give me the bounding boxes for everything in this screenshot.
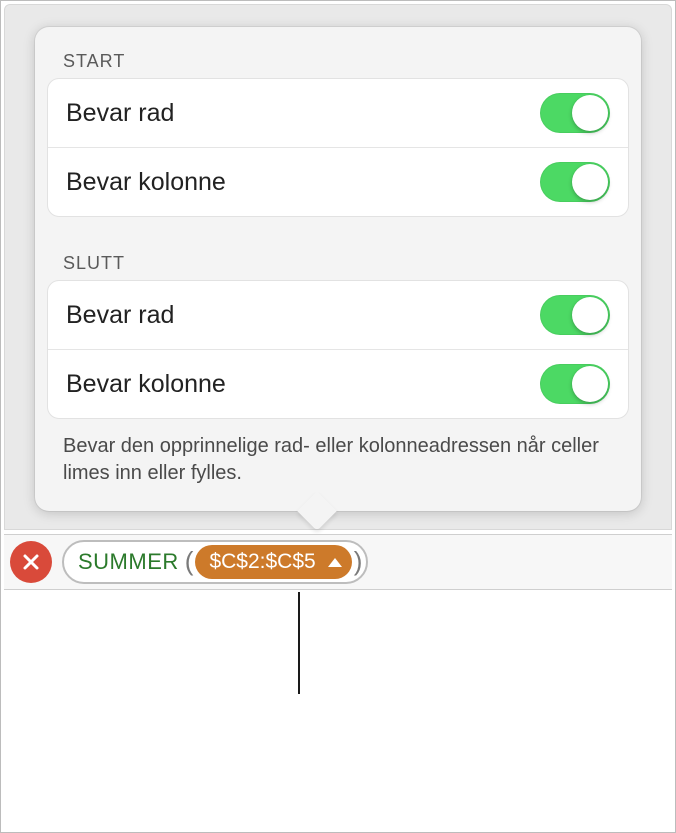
open-paren: (	[185, 546, 194, 577]
row-label: Bevar kolonne	[66, 168, 226, 197]
formula-bar: SUMMER ( $C$2:$C$5 )	[4, 534, 672, 590]
reference-settings-popover: START Bevar rad Bevar kolonne SLUTT Beva…	[35, 27, 641, 511]
settings-popover-container: START Bevar rad Bevar kolonne SLUTT Beva…	[4, 4, 672, 530]
callout-leader-line	[298, 592, 300, 694]
end-group: Bevar rad Bevar kolonne	[47, 280, 629, 419]
start-group: Bevar rad Bevar kolonne	[47, 78, 629, 217]
close-paren: )	[354, 546, 363, 577]
popover-tail	[297, 491, 337, 531]
row-label: Bevar rad	[66, 301, 174, 330]
toggle-start-preserve-column[interactable]	[540, 162, 610, 202]
formula-editor[interactable]: SUMMER ( $C$2:$C$5 )	[62, 540, 368, 584]
row-label: Bevar kolonne	[66, 370, 226, 399]
section-title-end: SLUTT	[35, 253, 641, 280]
toggle-end-preserve-row[interactable]	[540, 295, 610, 335]
start-preserve-column: Bevar kolonne	[48, 147, 628, 216]
end-preserve-column: Bevar kolonne	[48, 349, 628, 418]
cell-reference-token[interactable]: $C$2:$C$5	[195, 545, 351, 579]
disclosure-triangle-icon	[328, 558, 342, 567]
toggle-start-preserve-row[interactable]	[540, 93, 610, 133]
switch-knob	[572, 366, 608, 402]
function-name: SUMMER	[78, 549, 179, 575]
switch-knob	[572, 95, 608, 131]
section-title-start: START	[35, 51, 641, 78]
reference-text: $C$2:$C$5	[209, 550, 315, 574]
toggle-end-preserve-column[interactable]	[540, 364, 610, 404]
close-icon	[21, 552, 41, 572]
end-preserve-row: Bevar rad	[48, 281, 628, 349]
switch-knob	[572, 297, 608, 333]
cancel-formula-button[interactable]	[10, 541, 52, 583]
row-label: Bevar rad	[66, 99, 174, 128]
switch-knob	[572, 164, 608, 200]
popover-description: Bevar den opprinnelige rad- eller kolonn…	[35, 419, 641, 493]
start-preserve-row: Bevar rad	[48, 79, 628, 147]
